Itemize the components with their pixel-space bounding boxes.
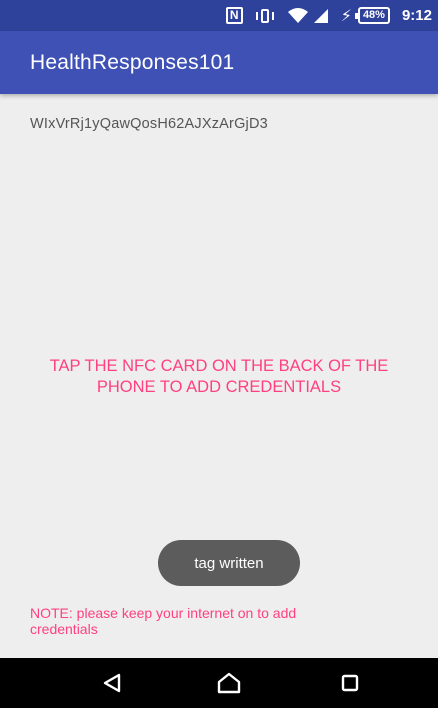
back-button[interactable] xyxy=(82,658,142,708)
app-title: HealthResponses101 xyxy=(30,50,235,74)
toast-message: tag written xyxy=(194,554,264,572)
cell-signal-icon xyxy=(313,6,329,26)
back-icon xyxy=(103,673,121,693)
battery-icon: 48% xyxy=(354,6,390,26)
vibrate-icon xyxy=(255,6,275,26)
battery-percent: 48% xyxy=(354,7,390,24)
nfc-instruction-line-1: TAP THE NFC CARD ON THE BACK OF THE xyxy=(49,357,389,375)
home-icon xyxy=(217,672,241,694)
nfc-instruction: TAP THE NFC CARD ON THE BACK OF THE PHON… xyxy=(0,356,438,398)
internet-note-line-2: credentials xyxy=(30,621,98,637)
home-button[interactable] xyxy=(199,658,259,708)
nfc-instruction-line-2: PHONE TO ADD CREDENTIALS xyxy=(96,378,342,396)
token-text: WIxVrRj1yQawQosH62AJXzArGjD3 xyxy=(30,116,268,132)
recents-button[interactable] xyxy=(320,658,380,708)
internet-note: NOTE: please keep your internet on to ad… xyxy=(30,605,410,637)
wifi-icon xyxy=(287,6,309,26)
toast: tag written xyxy=(158,540,300,586)
nfc-icon-glyph: N xyxy=(225,7,243,24)
navigation-bar xyxy=(0,658,438,708)
charging-icon: ⚡ xyxy=(340,7,352,25)
recents-icon xyxy=(341,674,359,692)
nfc-icon: N xyxy=(225,6,243,26)
app-bar: HealthResponses101 xyxy=(0,31,438,94)
status-bar: N ⚡ 48% 9:12 xyxy=(0,0,438,31)
status-clock: 9:12 xyxy=(401,7,432,24)
internet-note-line-1: NOTE: please keep your internet on to ad… xyxy=(30,605,297,621)
